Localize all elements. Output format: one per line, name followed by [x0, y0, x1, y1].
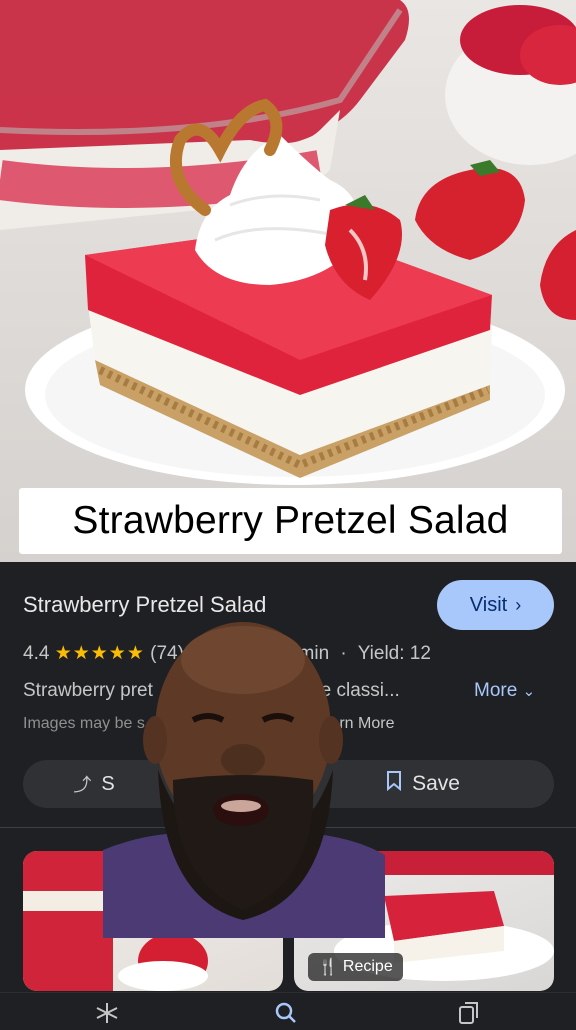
recipe-tag-label: Recipe — [342, 958, 393, 975]
chevron-right-icon: › — [515, 594, 522, 615]
fork-knife-icon: 🍴 — [318, 959, 338, 976]
discover-icon[interactable] — [93, 1001, 121, 1030]
hero-caption: Strawberry Pretzel Salad — [72, 499, 509, 542]
presenter-overlay — [103, 620, 385, 938]
save-label: Save — [412, 772, 460, 795]
recipe-tag: 🍴 Recipe — [308, 953, 403, 981]
chevron-down-icon: ⌄ — [522, 683, 536, 700]
visit-button[interactable]: Visit › — [437, 580, 554, 630]
result-title[interactable]: Strawberry Pretzel Salad — [23, 592, 266, 618]
share-icon: ⤴ — [73, 775, 92, 795]
tabs-icon[interactable] — [457, 1001, 481, 1030]
more-button[interactable]: More ⌄ — [474, 680, 535, 702]
presenter-figure — [103, 622, 385, 938]
bottom-nav — [0, 992, 576, 1025]
bookmark-icon — [386, 771, 402, 797]
hero-image: Strawberry Pretzel Salad — [0, 0, 576, 562]
hero-caption-box: Strawberry Pretzel Salad — [19, 488, 562, 554]
visit-label: Visit — [469, 593, 508, 616]
hero-photo-drawing — [0, 0, 576, 485]
rating-value: 4.4 — [23, 643, 50, 664]
more-label: More — [474, 680, 518, 701]
search-icon[interactable] — [274, 1001, 298, 1030]
